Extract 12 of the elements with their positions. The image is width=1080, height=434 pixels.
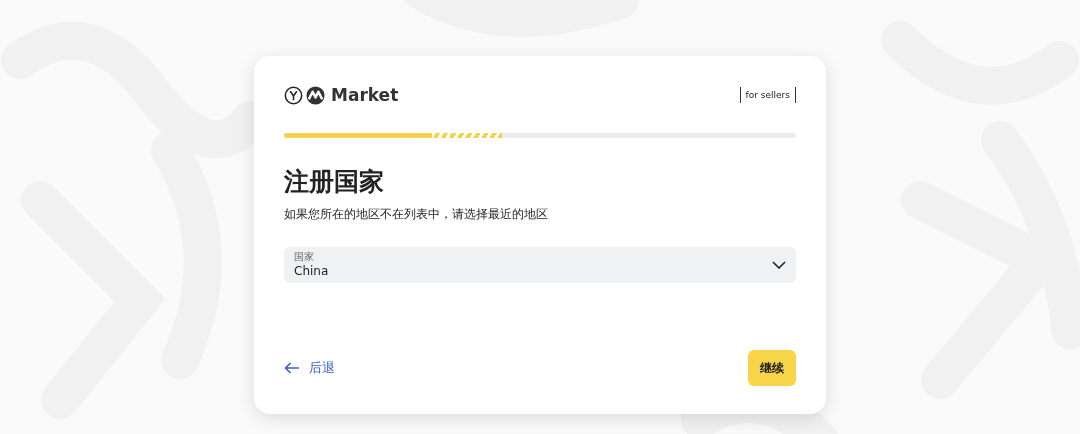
letter-y-circle-icon (284, 85, 303, 105)
country-select[interactable]: 国家 China (284, 247, 796, 283)
page-subtitle: 如果您所在的地区不在列表中，请选择最近的地区 (284, 206, 549, 223)
chevron-down-icon (772, 261, 786, 269)
continue-button[interactable]: 继续 (748, 350, 796, 386)
arrow-left-icon (284, 362, 300, 374)
brand-name: Market (331, 85, 399, 105)
back-link[interactable]: 后退 (284, 359, 335, 377)
for-sellers-label: for sellers (739, 87, 796, 103)
page-title: 注册国家 (284, 166, 385, 198)
market-logo-icon (306, 85, 325, 105)
progress-loading-stripes (432, 133, 503, 138)
